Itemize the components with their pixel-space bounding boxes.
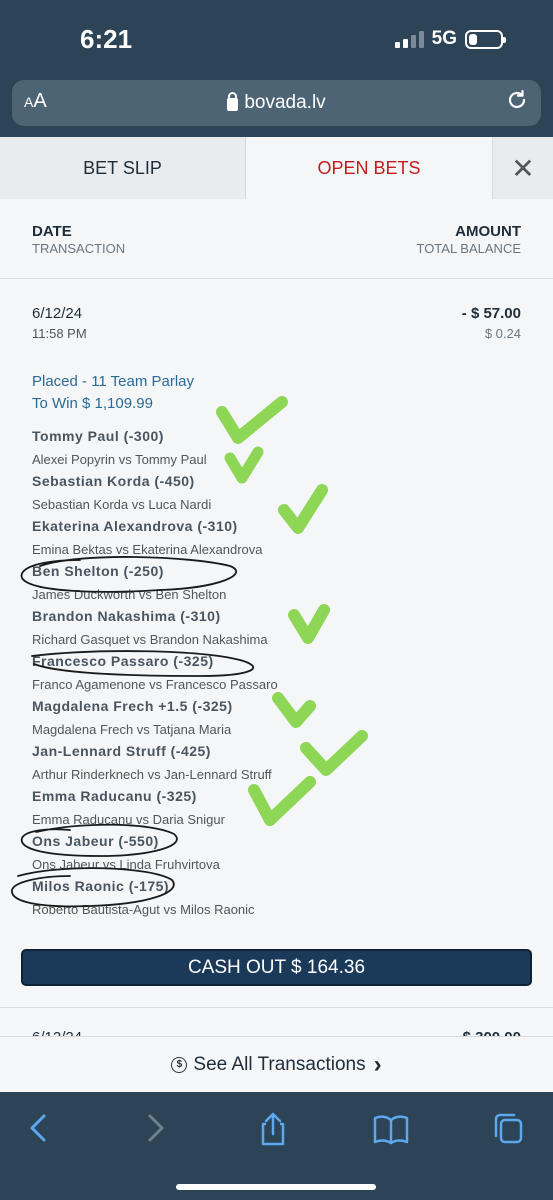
parlay-leg: Sebastian Korda (-450) Sebastian Korda vs… xyxy=(32,473,512,512)
parlay-leg: Francesco Passaro (-325) Franco Agamenone… xyxy=(32,653,512,692)
status-and-url-bar: 6:21 5G AA bovada.lv xyxy=(0,0,553,137)
leg-match: Emina Bektas vs Ekaterina Alexandrova xyxy=(32,542,263,557)
share-icon[interactable] xyxy=(253,1110,293,1146)
leg-pick: Jan-Lennard Struff (-425) xyxy=(32,743,211,759)
leg-pick: Ben Shelton (-250) xyxy=(32,563,164,579)
text-size-large-glyph: A xyxy=(33,90,47,112)
leg-pick: Sebastian Korda (-450) xyxy=(32,473,195,489)
parlay-placed-label: Placed - 11 Team Parlay xyxy=(32,373,195,390)
transactions-header: DATE TRANSACTION AMOUNT TOTAL BALANCE xyxy=(0,199,553,279)
tab-bet-slip[interactable]: BET SLIP xyxy=(0,137,246,199)
home-indicator xyxy=(176,1184,376,1190)
parlay-leg: Ons Jabeur (-550) Ons Jabeur vs Linda Fru… xyxy=(32,833,512,872)
leg-match: Richard Gasquet vs Brandon Nakashima xyxy=(32,632,268,647)
transaction-heading: TRANSACTION xyxy=(32,241,126,256)
transactions-panel: DATE TRANSACTION AMOUNT TOTAL BALANCE 6/… xyxy=(0,199,553,1046)
leg-pick: Ekaterina Alexandrova (-310) xyxy=(32,518,238,534)
text-size-button[interactable]: AA xyxy=(24,90,47,113)
parlay-leg: Ekaterina Alexandrova (-310) Emina Bektas… xyxy=(32,518,512,557)
amount-heading: AMOUNT xyxy=(455,223,521,240)
parlay-leg: Brandon Nakashima (-310) Richard Gasquet … xyxy=(32,608,512,647)
url-bar[interactable]: AA bovada.lv xyxy=(12,80,541,126)
transaction-amount: - $ 57.00 xyxy=(461,305,521,322)
text-size-small-glyph: A xyxy=(24,94,34,110)
status-time: 6:21 xyxy=(80,24,133,54)
back-icon[interactable] xyxy=(22,1110,62,1146)
leg-pick: Ons Jabeur (-550) xyxy=(32,833,159,849)
parlay-leg: Ben Shelton (-250) James Duckworth vs Ben… xyxy=(32,563,512,602)
leg-match: James Duckworth vs Ben Shelton xyxy=(32,587,227,602)
parlay-leg: Emma Raducanu (-325) Emma Raducanu vs Dar… xyxy=(32,788,512,827)
leg-pick: Magdalena Frech +1.5 (-325) xyxy=(32,698,233,714)
parlay-leg: Milos Raonic (-175) Roberto Bautista-Agut… xyxy=(32,878,512,917)
leg-pick: Francesco Passaro (-325) xyxy=(32,653,214,669)
leg-match: Sebastian Korda vs Luca Nardi xyxy=(32,497,212,512)
url-display[interactable]: bovada.lv xyxy=(227,92,326,114)
leg-match: Franco Agamenone vs Francesco Passaro xyxy=(32,677,278,692)
bookmarks-icon[interactable] xyxy=(371,1110,411,1146)
see-all-transactions-link[interactable]: $ See All Transactions › xyxy=(0,1036,553,1092)
leg-match: Magdalena Frech vs Tatjana Maria xyxy=(32,722,232,737)
leg-pick: Milos Raonic (-175) xyxy=(32,878,170,894)
parlay-leg: Jan-Lennard Struff (-425) Arthur Rinderkn… xyxy=(32,743,512,782)
url-text: bovada.lv xyxy=(244,92,326,113)
cellular-signal-icon xyxy=(394,30,424,48)
leg-match: Ons Jabeur vs Linda Fruhvirtova xyxy=(32,857,220,872)
reload-icon[interactable] xyxy=(505,88,529,117)
leg-match: Roberto Bautista-Agut vs Milos Raonic xyxy=(32,902,255,917)
bet-tabs: BET SLIP OPEN BETS ✕ xyxy=(0,137,553,199)
leg-match: Arthur Rinderknech vs Jan-Lennard Struff xyxy=(32,767,272,782)
transaction-time: 11:58 PM xyxy=(32,326,87,341)
transaction-date: 6/12/24 xyxy=(32,305,83,322)
leg-pick: Emma Raducanu (-325) xyxy=(32,788,197,804)
cash-out-button[interactable]: CASH OUT $ 164.36 xyxy=(21,949,532,986)
transaction-divider xyxy=(0,1007,553,1008)
parlay-to-win: To Win $ 1,109.99 xyxy=(32,395,153,412)
lock-icon xyxy=(227,92,239,111)
leg-pick: Brandon Nakashima (-310) xyxy=(32,608,221,624)
chevron-right-icon: › xyxy=(373,1050,382,1078)
date-heading: DATE xyxy=(32,223,72,240)
transaction-balance: $ 0.24 xyxy=(484,326,521,341)
forward-icon[interactable] xyxy=(136,1110,176,1146)
leg-match: Emma Raducanu vs Daria Snigur xyxy=(32,812,225,827)
dollar-coin-icon: $ xyxy=(171,1056,188,1073)
status-indicators: 5G xyxy=(394,28,506,50)
parlay-leg: Magdalena Frech +1.5 (-325) Magdalena Fre… xyxy=(32,698,512,737)
tab-open-bets[interactable]: OPEN BETS xyxy=(246,137,492,199)
leg-match: Alexei Popyrin vs Tommy Paul xyxy=(32,452,207,467)
network-type: 5G xyxy=(431,28,457,49)
tabs-icon[interactable] xyxy=(490,1110,530,1146)
total-balance-heading: TOTAL BALANCE xyxy=(416,241,521,256)
battery-icon xyxy=(465,29,506,49)
leg-pick: Tommy Paul (-300) xyxy=(32,428,164,444)
see-all-label: See All Transactions xyxy=(193,1053,366,1075)
close-icon[interactable]: ✕ xyxy=(492,137,553,199)
parlay-leg: Tommy Paul (-300) Alexei Popyrin vs Tommy… xyxy=(32,428,512,467)
